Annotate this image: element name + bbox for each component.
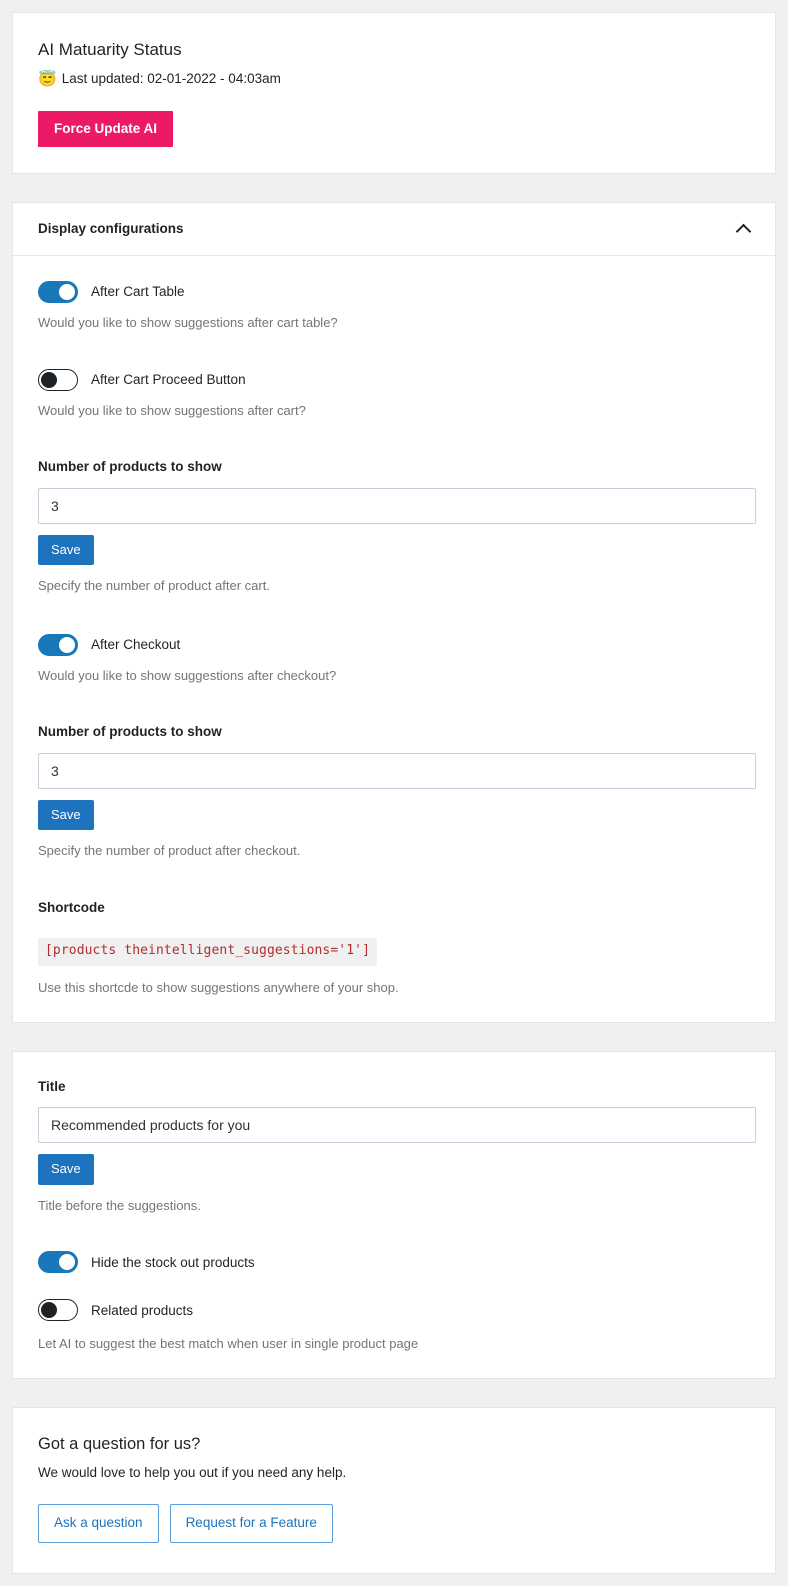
toggle-label-hide-stock-out: Hide the stock out products — [91, 1254, 255, 1270]
helper-title: Title before the suggestions. — [38, 1197, 201, 1213]
toggle-row-after-cart-proceed[interactable]: After Cart Proceed Button — [38, 368, 751, 391]
display-configurations-header[interactable]: Display configurations — [13, 203, 775, 257]
ai-status-card: AI Matuarity Status 😇 Last updated: 02-0… — [12, 12, 776, 175]
chevron-up-icon[interactable] — [737, 222, 751, 236]
shortcode-value[interactable]: [products theintelligent_suggestions='1'… — [38, 938, 377, 967]
toggle-label-after-checkout: After Checkout — [91, 636, 181, 652]
label-title: Title — [38, 1078, 66, 1094]
last-updated-text: Last updated: 02-01-2022 - 04:03am — [61, 71, 281, 87]
title-settings-card: Title Save Title before the suggestions.… — [12, 1050, 776, 1379]
display-configurations-card: Display configurations After Cart Table … — [12, 202, 776, 1023]
helper-related-products: Let AI to suggest the best match when us… — [38, 1336, 419, 1352]
settings-page: AI Matuarity Status 😇 Last updated: 02-0… — [0, 0, 788, 1586]
display-configurations-body: After Cart Table Would you like to show … — [13, 256, 775, 1022]
helper-number-of-products-cart: Specify the number of product after cart… — [38, 578, 270, 594]
input-number-of-products-cart[interactable] — [38, 487, 756, 524]
force-update-ai-button[interactable]: Force Update AI — [38, 110, 174, 148]
save-button-title[interactable]: Save — [38, 1154, 94, 1185]
toggle-label-after-cart-table: After Cart Table — [91, 284, 185, 300]
last-updated-row: 😇 Last updated: 02-01-2022 - 04:03am — [38, 70, 751, 89]
helper-after-cart-table: Would you like to show suggestions after… — [38, 315, 338, 331]
request-feature-button[interactable]: Request for a Feature — [169, 1504, 333, 1544]
toggle-related-products[interactable] — [38, 1299, 78, 1322]
support-title: Got a question for us? — [38, 1434, 201, 1453]
helper-after-cart-proceed: Would you like to show suggestions after… — [38, 402, 306, 418]
halo-face-icon: 😇 — [38, 71, 57, 89]
input-number-of-products-checkout[interactable] — [38, 752, 756, 789]
toggle-hide-stock-out[interactable] — [38, 1251, 78, 1274]
save-button-cart-count[interactable]: Save — [38, 534, 94, 566]
toggle-after-checkout[interactable] — [38, 633, 78, 656]
display-configurations-title: Display configurations — [38, 221, 184, 237]
support-card: Got a question for us? We would love to … — [12, 1406, 776, 1575]
label-number-of-products-cart: Number of products to show — [38, 459, 222, 475]
label-shortcode: Shortcode — [38, 899, 105, 915]
toggle-row-after-cart-table[interactable]: After Cart Table — [38, 281, 751, 304]
ask-a-question-button[interactable]: Ask a question — [38, 1504, 159, 1544]
input-title[interactable] — [38, 1107, 756, 1144]
toggle-row-after-checkout[interactable]: After Checkout — [38, 633, 751, 656]
support-subtitle: We would love to help you out if you nee… — [38, 1465, 347, 1481]
toggle-label-related-products: Related products — [91, 1302, 194, 1318]
helper-number-of-products-checkout: Specify the number of product after chec… — [38, 843, 301, 859]
toggle-row-related-products[interactable]: Related products — [38, 1299, 751, 1322]
toggle-row-hide-stock-out[interactable]: Hide the stock out products — [38, 1251, 751, 1274]
support-button-row: Ask a question Request for a Feature — [38, 1504, 751, 1544]
helper-after-checkout: Would you like to show suggestions after… — [38, 667, 337, 683]
helper-shortcode: Use this shortcde to show suggestions an… — [38, 980, 399, 996]
toggle-label-after-cart-proceed: After Cart Proceed Button — [91, 371, 246, 387]
toggle-after-cart-proceed[interactable] — [38, 368, 78, 391]
page-title: AI Matuarity Status — [38, 40, 182, 59]
label-number-of-products-checkout: Number of products to show — [38, 724, 222, 740]
save-button-checkout-count[interactable]: Save — [38, 799, 94, 831]
toggle-after-cart-table[interactable] — [38, 281, 78, 304]
